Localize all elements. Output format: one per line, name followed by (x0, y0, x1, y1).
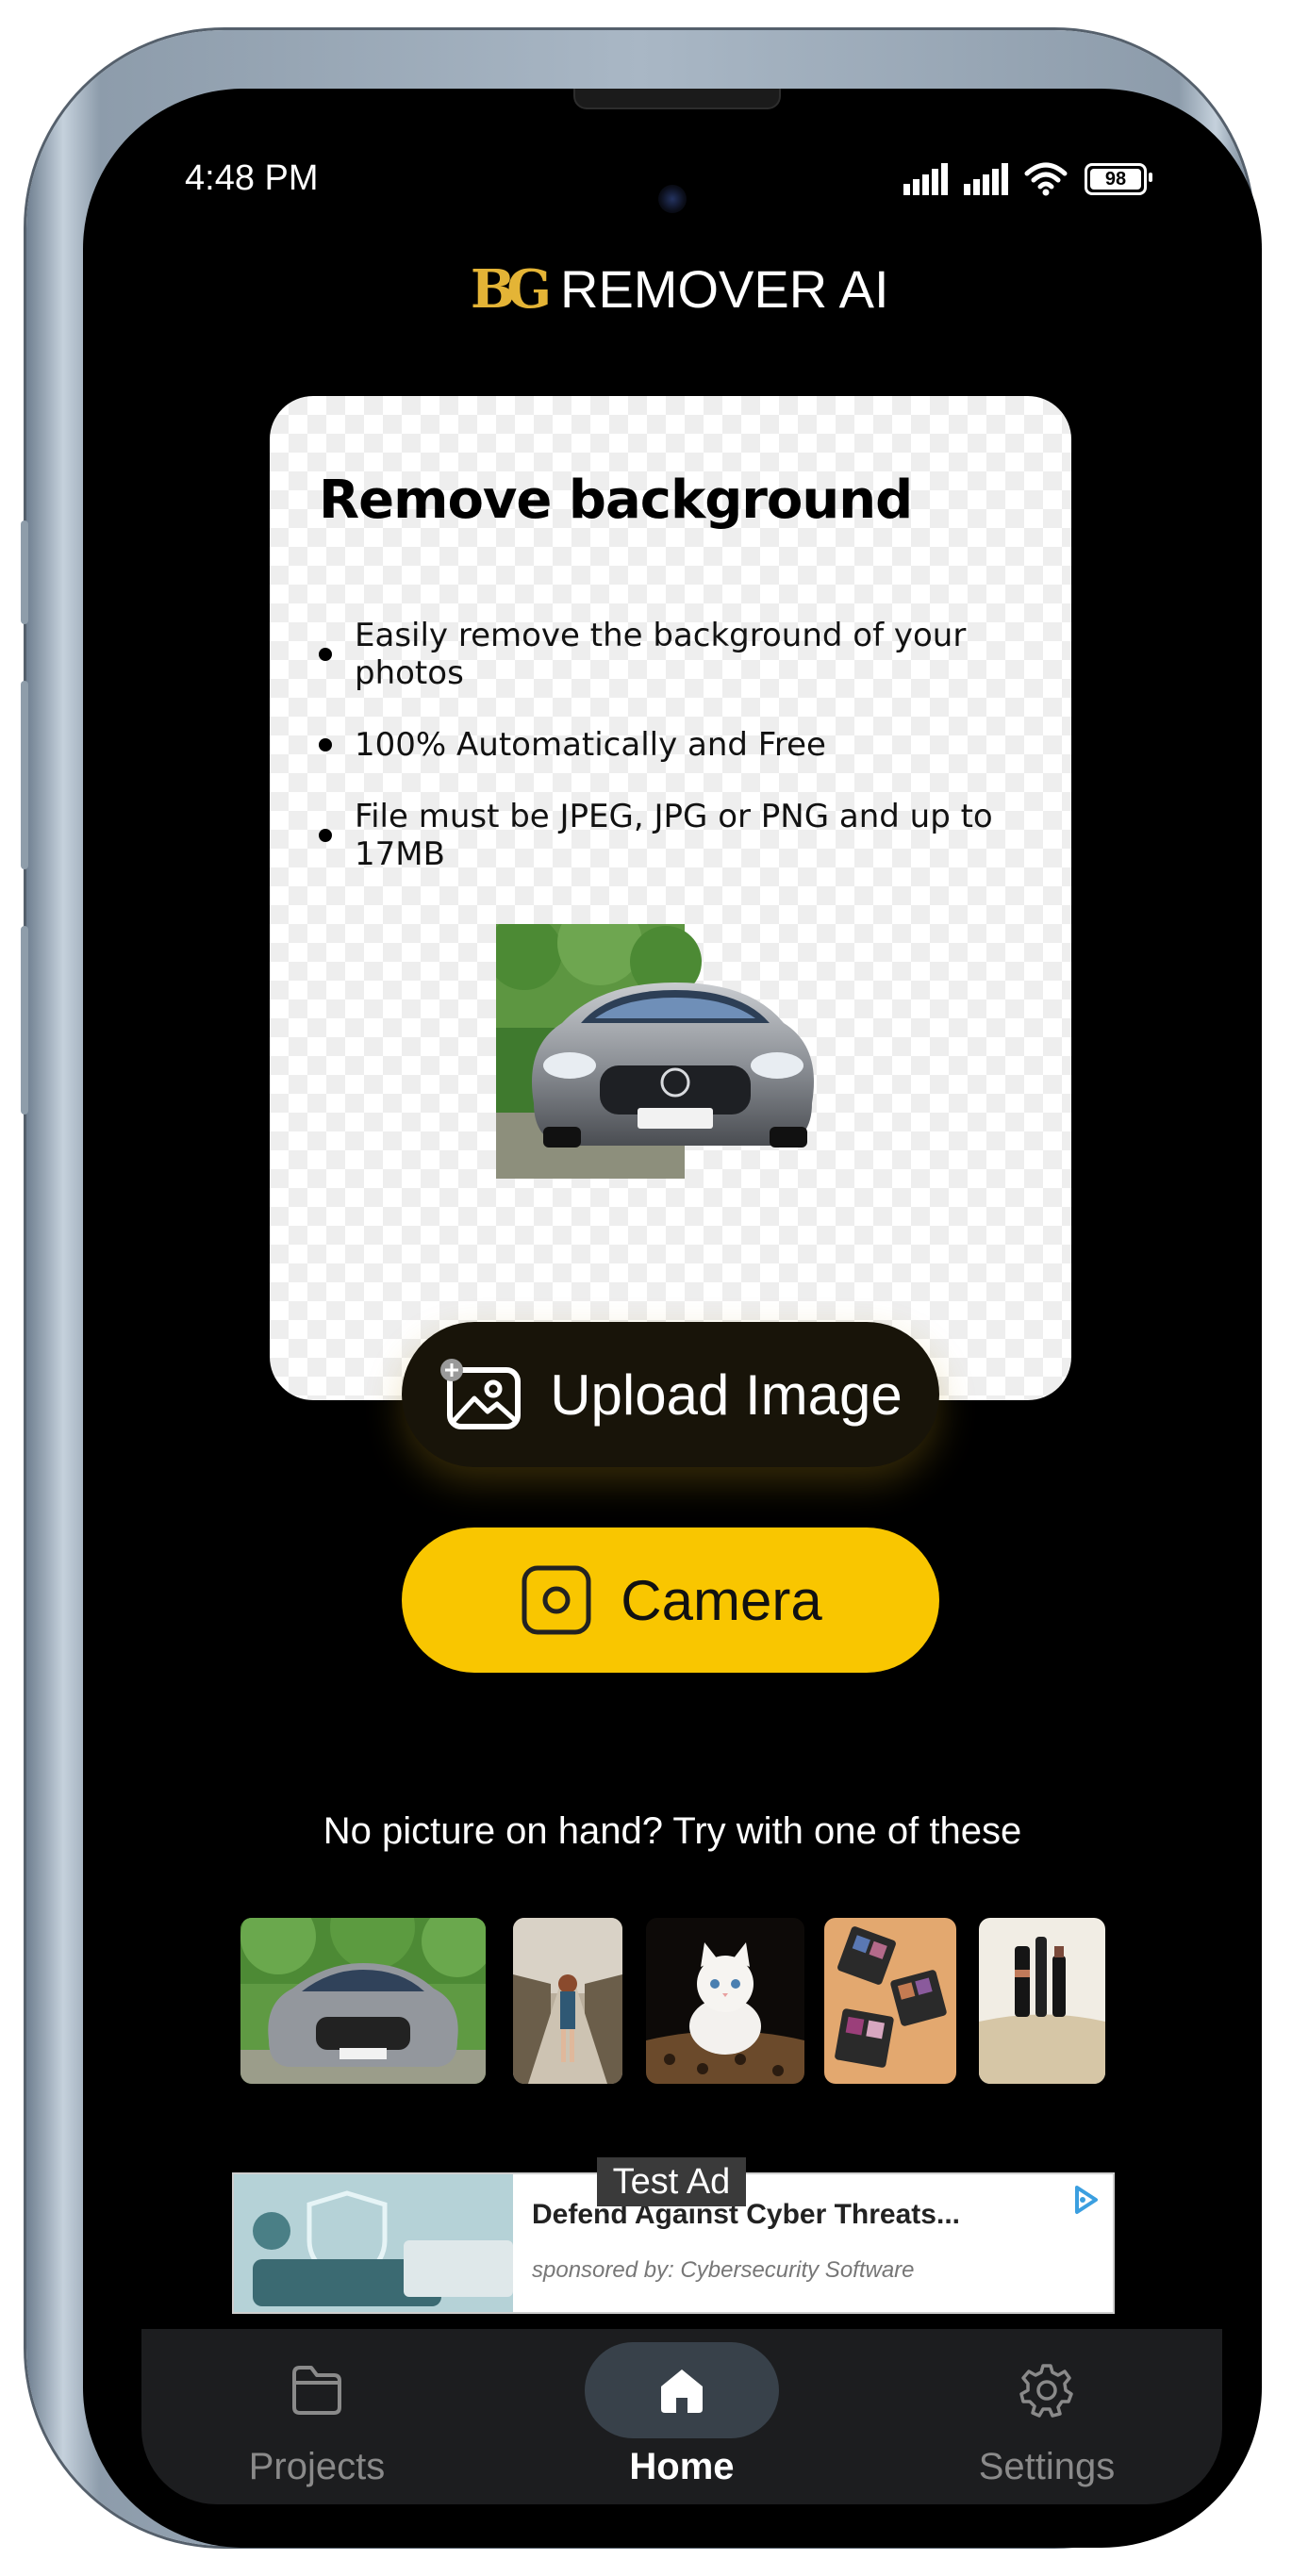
upload-image-button[interactable]: Upload Image (402, 1322, 939, 1467)
signal-icon (903, 163, 948, 195)
bullet-icon (319, 829, 332, 842)
feature-text: Easily remove the background of your pho… (355, 617, 967, 692)
bottom-navigation: Projects Home Settings (141, 2329, 1222, 2504)
nav-item-settings[interactable]: Settings (905, 2329, 1188, 2504)
sample-cosmetics-image[interactable] (979, 1918, 1105, 2084)
nav-item-projects[interactable]: Projects (175, 2329, 458, 2504)
feature-item: File must be JPEG, JPG or PNG and up to … (319, 790, 1071, 881)
wifi-icon (1024, 162, 1068, 196)
folder-icon (292, 2366, 341, 2415)
sample-car-image[interactable] (240, 1918, 486, 2084)
signal-icon (964, 163, 1008, 195)
feature-item: Easily remove the background of your pho… (319, 609, 1071, 700)
sample-prompt: No picture on hand? Try with one of thes… (323, 1810, 1022, 1852)
ad-choices-icon[interactable] (1069, 2184, 1102, 2216)
nav-label-projects: Projects (248, 2446, 386, 2487)
sample-woman-image[interactable] (513, 1918, 622, 2084)
ad-image (234, 2174, 513, 2312)
ad-sponsor: sponsored by: Cybersecurity Software (532, 2257, 915, 2283)
nav-label-settings: Settings (978, 2446, 1116, 2487)
test-ad-badge: Test Ad (597, 2157, 746, 2206)
phone-screen: 4:48 PM 98 BG REMOVER AI Remove backgrou… (83, 89, 1262, 2548)
app-title: REMOVER AI (560, 259, 889, 319)
car-preview-image (496, 924, 814, 1179)
bullet-icon (319, 648, 332, 661)
battery-icon: 98 (1085, 163, 1152, 195)
app-header: BG REMOVER AI (470, 257, 889, 321)
gear-icon (1019, 2364, 1073, 2418)
feature-text: 100% Automatically and Free (355, 726, 826, 764)
feature-list: Easily remove the background of your pho… (319, 609, 1071, 881)
sample-kitten-image[interactable] (646, 1918, 804, 2084)
feature-text: File must be JPEG, JPG or PNG and up to … (355, 798, 993, 873)
phone-frame: 4:48 PM 98 BG REMOVER AI Remove backgrou… (21, 30, 1262, 2548)
app-logo: BG (470, 257, 552, 321)
remove-background-card: Remove background Easily remove the back… (270, 396, 1071, 1400)
nav-item-home[interactable]: Home (540, 2329, 823, 2504)
camera-label: Camera (621, 1568, 822, 1632)
status-icons: 98 (903, 160, 1152, 198)
sample-palette-image[interactable] (824, 1918, 956, 2084)
home-active-pill (585, 2342, 779, 2438)
volume-down-button (21, 926, 28, 1115)
add-image-icon (440, 1359, 522, 1429)
status-time: 4:48 PM (185, 158, 319, 198)
battery-level: 98 (1104, 168, 1127, 190)
front-camera (658, 185, 687, 213)
home-icon (661, 2370, 703, 2413)
speaker-notch (573, 89, 781, 109)
mute-switch (21, 520, 28, 624)
card-title: Remove background (319, 470, 913, 531)
bullet-icon (319, 738, 332, 751)
sample-images (83, 1918, 1262, 2084)
upload-image-label: Upload Image (550, 1362, 903, 1427)
feature-item: 100% Automatically and Free (319, 700, 1071, 790)
camera-button[interactable]: Camera (402, 1527, 939, 1673)
camera-icon (522, 1565, 591, 1635)
volume-up-button (21, 681, 28, 869)
nav-label-home: Home (629, 2446, 735, 2487)
